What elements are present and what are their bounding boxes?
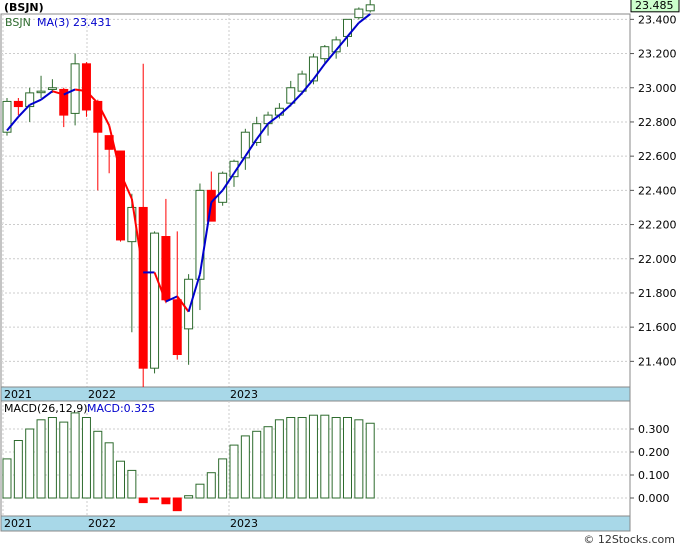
macd-bar-positive [70,412,80,499]
candle-up [320,46,330,60]
candle-up [240,131,250,159]
macd-value: MACD:0.325 [87,402,155,415]
macd-y-tick-label: 0.100 [638,469,670,482]
macd-y-tick-label: 0.000 [638,492,670,505]
price-y-tick-label: 22.200 [638,219,677,232]
candle-up [365,4,375,12]
macd-bar-positive [331,417,341,499]
macd-bar-positive [252,430,262,499]
macd-bar-positive [104,442,114,499]
candle-up [308,56,318,82]
price-x-tick-label: 2023 [230,388,258,401]
macd-bar-positive [365,422,375,499]
candle-up [354,8,364,19]
macd-bar-positive [320,414,330,499]
macd-x-tick-label: 2022 [88,517,116,530]
macd-bar-negative [138,497,148,504]
macd-bar-positive [286,417,296,499]
price-x-tick-label: 2021 [4,388,32,401]
macd-bar-positive [184,495,194,499]
macd-bar-positive [240,435,250,499]
macd-bar-positive [13,440,23,499]
macd-bar-negative [161,497,171,505]
macd-bar-positive [343,417,352,499]
price-y-tick-label: 21.600 [638,321,677,334]
macd-bar-positive [218,458,228,499]
price-y-axis: 23.400 23.200 23.000 22.800 22.600 22.400 22.2… [630,13,677,368]
macd-bar-positive [354,419,364,499]
macd-bar-positive [25,428,35,499]
macd-bar-positive [36,419,46,499]
candle-up [150,232,160,369]
stock-chart: (BSJN) BSJN MA(3) 23.431 23.40023.20023.… [0,0,680,546]
price-y-tick-label: 21.400 [638,355,677,368]
macd-bar-positive [297,417,307,499]
macd-y-tick-label: 0.200 [638,446,670,459]
price-y-tick-label: 22.800 [638,116,677,129]
ma-value: 23.431 [73,16,112,29]
candle-up [47,87,57,90]
macd-bar-positive [274,419,284,499]
macd-bar-positive [127,469,137,499]
candle-down [93,100,103,133]
copyright-footer: © 12Stocks.com [583,533,675,546]
candle-down [81,63,91,111]
macd-bar-positive [2,458,12,499]
macd-bar-positive [195,483,205,499]
price-y-tick-label: 22.400 [638,184,677,197]
macd-bar-positive [263,426,273,499]
macd-bar-positive [59,421,69,499]
macd-y-axis: 0.300 0.200 0.100 0.000 [630,423,670,505]
chart-title: (BSJN) [4,1,44,14]
price-y-tick-label: 23.400 [638,13,677,26]
macd-bar-positive [229,444,239,499]
last-price-value: 23.485 [635,0,674,12]
macd-bar-positive [206,472,216,499]
candle-up [195,189,205,280]
price-x-tick-label: 2022 [88,388,116,401]
macd-bar-positive [81,417,91,499]
candle-down [138,206,148,369]
price-y-tick-label: 22.000 [638,253,677,266]
macd-bar-positive [116,460,125,499]
macd-bar-negative [172,497,182,512]
price-y-tick-label: 21.800 [638,287,677,300]
price-y-tick-label: 22.600 [638,150,677,163]
macd-bar-positive [93,430,103,499]
ticker-label: BSJN [5,16,31,29]
price-y-tick-label: 23.000 [638,82,677,95]
macd-bar-positive [47,417,57,499]
price-y-tick-label: 23.200 [638,48,677,61]
candle-up [70,63,80,114]
candle-down [161,236,171,301]
ma-label: MA(3) [37,16,70,29]
macd-x-tick-label: 2021 [4,517,32,530]
candle-down [172,299,182,356]
macd-bar-positive [308,414,318,499]
macd-x-tick-label: 2023 [230,517,258,530]
candle-up [36,90,46,94]
macd-bar-negative [150,497,160,500]
macd-y-tick-label: 0.300 [638,423,670,436]
candle-down [13,100,23,108]
